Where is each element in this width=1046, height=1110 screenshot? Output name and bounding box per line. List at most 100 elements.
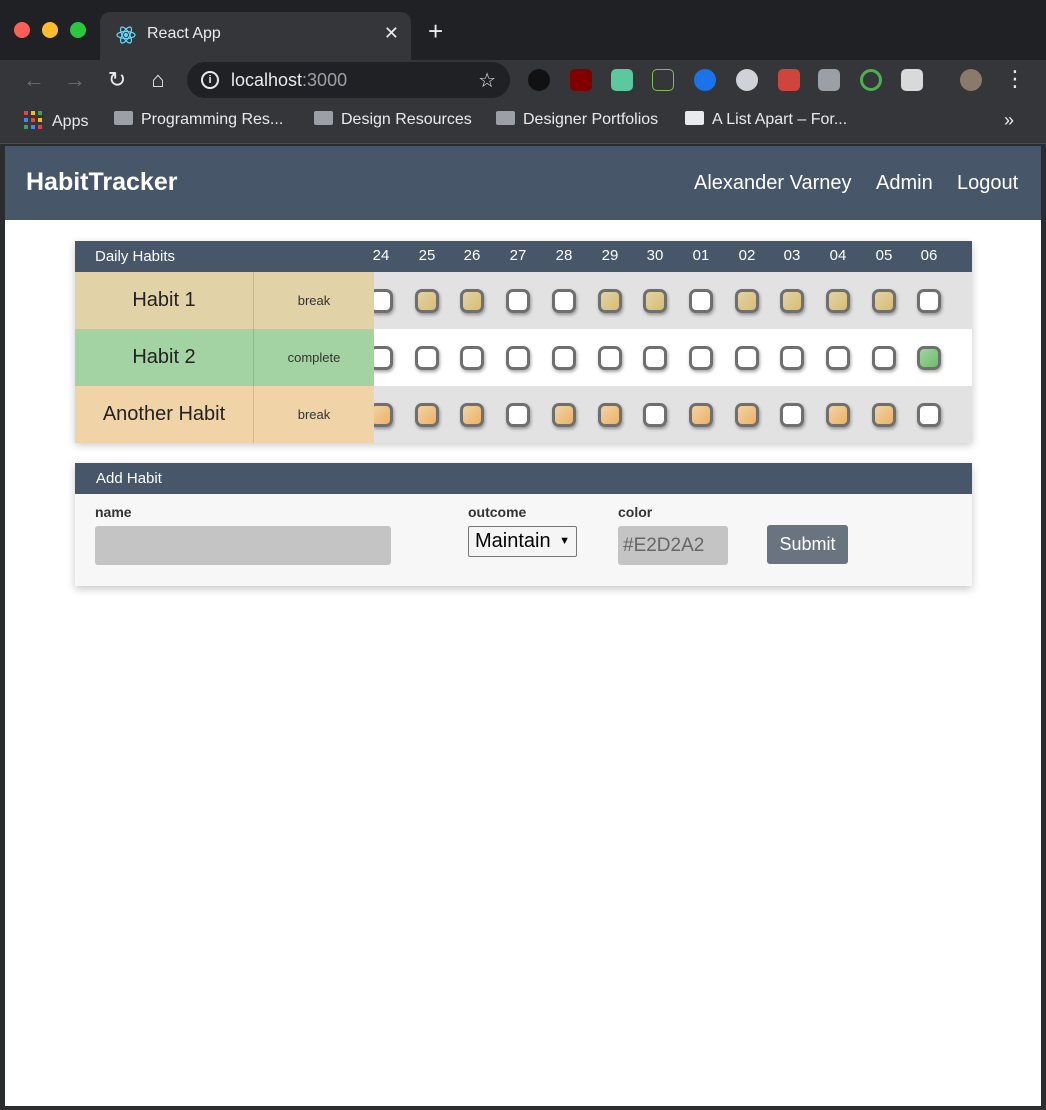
- habit-check-empty[interactable]: [506, 403, 530, 427]
- close-window-button[interactable]: [14, 22, 30, 38]
- habit-check-empty[interactable]: [643, 403, 667, 427]
- browser-tab[interactable]: React App ✕: [100, 12, 411, 60]
- habit-check-empty[interactable]: [917, 289, 941, 313]
- habit-check-empty[interactable]: [598, 346, 622, 370]
- outcome-label: outcome: [468, 504, 527, 520]
- color-input[interactable]: #E2D2A2: [618, 526, 728, 565]
- habit-check-filled[interactable]: [598, 403, 622, 427]
- extension-cat-icon[interactable]: [528, 69, 550, 91]
- site-info-icon[interactable]: i: [201, 71, 219, 89]
- bookmark-a-list-apart[interactable]: A List Apart – For...: [685, 111, 847, 129]
- bookmark-designer-portfolios[interactable]: Designer Portfolios: [496, 111, 658, 129]
- habit-row: Habit 2 complete: [75, 329, 972, 386]
- folder-icon: [114, 111, 133, 125]
- habit-check-empty[interactable]: [506, 289, 530, 313]
- habit-label-area: Habit 1 break: [75, 272, 374, 329]
- minimize-window-button[interactable]: [42, 22, 58, 38]
- habit-name[interactable]: Habit 1: [75, 272, 254, 329]
- habit-row: Another Habit break: [75, 386, 972, 443]
- habit-check-empty[interactable]: [826, 346, 850, 370]
- extension-audio-icon[interactable]: [611, 69, 633, 91]
- profile-avatar[interactable]: [960, 69, 982, 91]
- habit-check-filled[interactable]: [460, 403, 484, 427]
- habit-check-empty[interactable]: [506, 346, 530, 370]
- extension-1password-icon[interactable]: [694, 69, 716, 91]
- extension-bug-icon[interactable]: [778, 69, 800, 91]
- apps-grid-icon: [24, 111, 42, 129]
- nav-user-link[interactable]: Alexander Varney: [694, 172, 852, 195]
- extension-css-icon[interactable]: [652, 69, 674, 91]
- habit-check-filled[interactable]: [780, 289, 804, 313]
- bookmark-apps[interactable]: Apps: [24, 111, 88, 131]
- react-logo-icon: [116, 26, 136, 44]
- habit-name[interactable]: Habit 2: [75, 329, 254, 386]
- back-icon[interactable]: ←: [20, 66, 48, 94]
- habit-check-empty[interactable]: [735, 346, 759, 370]
- day-header: 05: [875, 247, 893, 264]
- habit-check-empty[interactable]: [917, 403, 941, 427]
- maximize-window-button[interactable]: [70, 22, 86, 38]
- habit-outcome: break: [297, 293, 331, 308]
- habit-check-filled[interactable]: [643, 289, 667, 313]
- habit-check-empty[interactable]: [643, 346, 667, 370]
- submit-button[interactable]: Submit: [767, 525, 848, 564]
- address-bar[interactable]: i localhost:3000 ☆: [187, 62, 510, 98]
- browser-menu-icon[interactable]: ⋮: [1004, 66, 1026, 92]
- bookmark-programming-resources[interactable]: Programming Res...: [114, 111, 283, 129]
- extension-printer-icon[interactable]: [901, 69, 923, 91]
- home-icon[interactable]: ⌂: [144, 66, 172, 94]
- reload-icon[interactable]: ↻: [103, 66, 131, 94]
- habit-check-filled[interactable]: [415, 403, 439, 427]
- nav-admin-link[interactable]: Admin: [876, 172, 933, 195]
- app-navbar: HabitTracker Alexander Varney Admin Logo…: [5, 146, 1041, 220]
- habit-check-filled[interactable]: [552, 403, 576, 427]
- new-tab-icon[interactable]: +: [428, 18, 443, 44]
- habit-check-empty[interactable]: [780, 403, 804, 427]
- habit-check-filled[interactable]: [689, 403, 713, 427]
- extension-bubble-icon[interactable]: [736, 69, 758, 91]
- close-tab-icon[interactable]: ✕: [384, 23, 399, 44]
- nav-logout-link[interactable]: Logout: [957, 172, 1018, 195]
- habit-check-filled[interactable]: [460, 289, 484, 313]
- extension-target-icon[interactable]: [860, 69, 882, 91]
- name-input[interactable]: [95, 526, 391, 565]
- habit-check-filled[interactable]: [598, 289, 622, 313]
- habit-label-area: Habit 2 complete: [75, 329, 374, 386]
- site-favicon-icon: [685, 111, 704, 125]
- habit-check-filled[interactable]: [872, 403, 896, 427]
- outcome-selected-value: Maintain: [475, 530, 551, 552]
- habit-check-empty[interactable]: [689, 289, 713, 313]
- habit-check-empty[interactable]: [415, 346, 439, 370]
- habit-check-filled[interactable]: [872, 289, 896, 313]
- habit-check-filled[interactable]: [826, 289, 850, 313]
- habit-check-filled[interactable]: [826, 403, 850, 427]
- habit-check-empty[interactable]: [872, 346, 896, 370]
- brand-logo[interactable]: HabitTracker: [26, 168, 177, 197]
- habit-check-filled[interactable]: [735, 289, 759, 313]
- habit-check-empty[interactable]: [460, 346, 484, 370]
- habit-label-area: Another Habit break: [75, 386, 374, 443]
- habit-check-empty[interactable]: [689, 346, 713, 370]
- day-header: 06: [920, 247, 938, 264]
- day-header: 01: [692, 247, 710, 264]
- bookmark-star-icon[interactable]: ☆: [478, 68, 496, 93]
- habit-check-empty[interactable]: [552, 289, 576, 313]
- habit-check-empty[interactable]: [780, 346, 804, 370]
- daily-habits-card: Daily Habits 24 25 26 27 28 29 30 01 02 03 04 05 06 …: [75, 241, 972, 443]
- forward-icon[interactable]: →: [61, 66, 89, 94]
- habit-check-filled[interactable]: [415, 289, 439, 313]
- habit-name[interactable]: Another Habit: [75, 386, 254, 443]
- day-header: 30: [646, 247, 664, 264]
- day-header: 02: [738, 247, 756, 264]
- more-bookmarks-icon[interactable]: »: [1004, 110, 1014, 131]
- extension-css-viewer-icon[interactable]: [818, 69, 840, 91]
- add-habit-title: Add Habit: [96, 470, 162, 487]
- habit-check-filled[interactable]: [917, 346, 941, 370]
- bookmark-design-resources[interactable]: Design Resources: [314, 111, 472, 129]
- habit-check-empty[interactable]: [552, 346, 576, 370]
- extension-ublock-icon[interactable]: [570, 69, 592, 91]
- dropdown-arrow-icon: ▼: [559, 535, 570, 547]
- day-header: 28: [555, 247, 573, 264]
- outcome-select[interactable]: Maintain ▼: [468, 526, 577, 557]
- habit-check-filled[interactable]: [735, 403, 759, 427]
